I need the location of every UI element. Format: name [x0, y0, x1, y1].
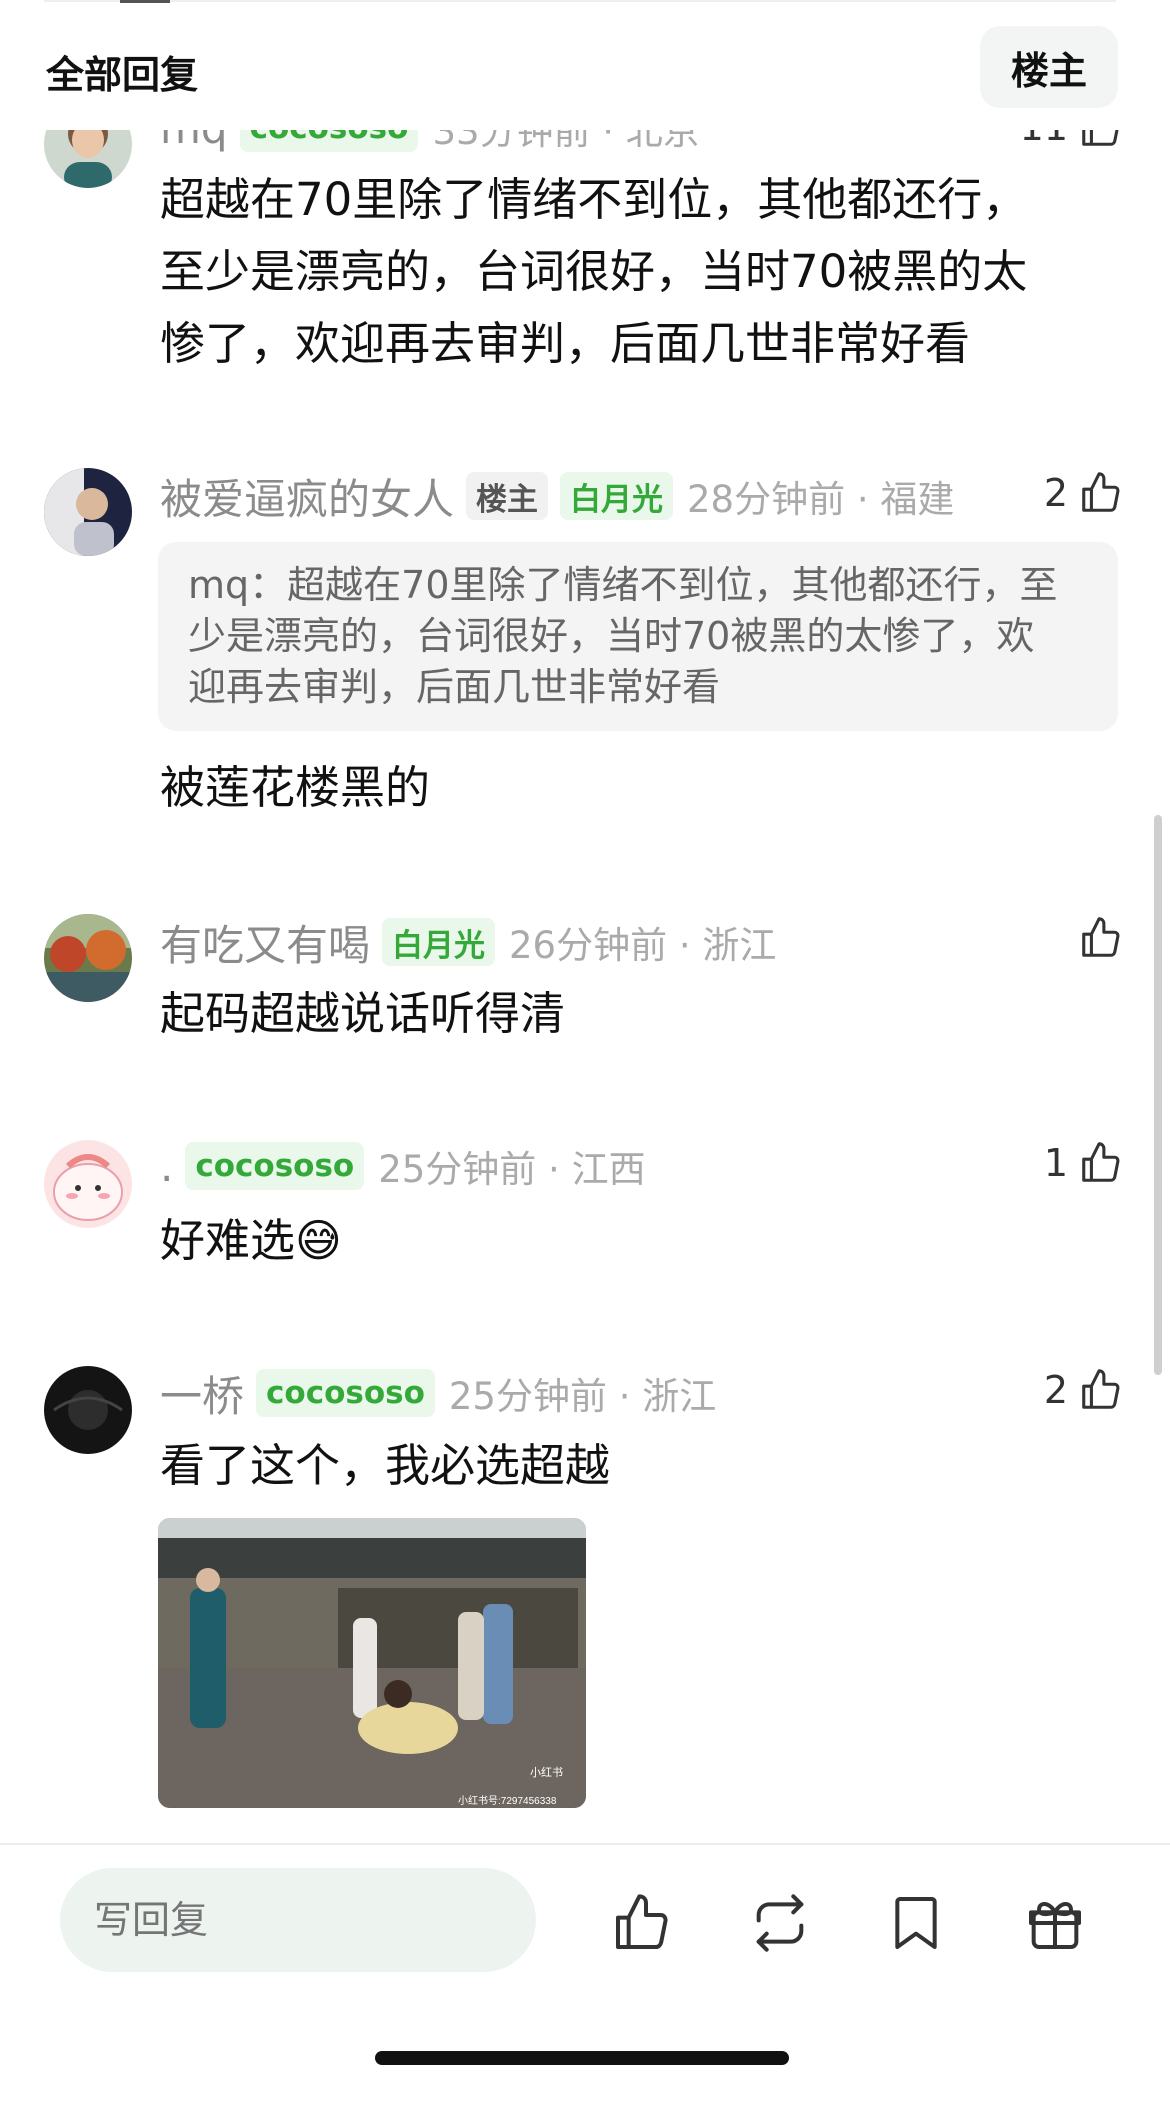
divider: [44, 0, 1116, 2]
like-icon: [1082, 1369, 1120, 1409]
comment-text: 被莲花楼黑的: [160, 761, 431, 814]
like-count: 2: [1043, 1368, 1068, 1412]
like-icon: [1082, 472, 1120, 512]
comment-text-body: 好难选: [160, 1214, 296, 1267]
username[interactable]: .: [160, 1142, 173, 1191]
quote-line: mq：超越在70里除了情绪不到位，其他都还行，至: [188, 563, 1058, 607]
bookmark-button[interactable]: [878, 1885, 954, 1961]
image-watermark: 小红书: [530, 1766, 563, 1779]
comment-text: 起码超越说话听得清: [160, 987, 566, 1040]
image-id-text: 小红书号:7297456338: [458, 1794, 557, 1807]
avatar[interactable]: [44, 1366, 132, 1454]
quoted-reply[interactable]: mq：超越在70里除了情绪不到位，其他都还行，至 少是漂亮的，台词很好，当时70…: [158, 542, 1118, 731]
sweat-smile-emoji: 😅: [295, 1214, 342, 1267]
gift-button[interactable]: [1017, 1885, 1093, 1961]
like-button[interactable]: 1: [1044, 1140, 1124, 1186]
username[interactable]: 一桥: [160, 1363, 244, 1424]
badge: 白月光: [560, 472, 674, 520]
repost-icon: [756, 1894, 804, 1952]
scrollbar[interactable]: [1154, 815, 1162, 1375]
bookmark-icon: [895, 1897, 937, 1949]
comment-meta: 有吃又有喝 白月光 26分钟前 · 浙江: [160, 914, 776, 970]
like-count: 2: [1043, 471, 1068, 515]
like-post-button[interactable]: [604, 1885, 680, 1961]
badge: cocososo: [256, 1369, 435, 1417]
like-button[interactable]: 2: [1044, 1367, 1124, 1413]
username[interactable]: 被爱逼疯的女人: [160, 466, 454, 527]
like-button[interactable]: 2: [1044, 470, 1124, 516]
comment-meta: 被爱逼疯的女人 楼主 白月光 28分钟前 · 福建: [160, 468, 954, 524]
timestamp: 28分钟前 · 福建: [687, 478, 955, 521]
repost-button[interactable]: [742, 1885, 818, 1961]
comment-text-line: 超越在70里除了情绪不到位，其他都还行，: [160, 173, 1028, 226]
like-icon: [1082, 1142, 1120, 1182]
home-indicator: [375, 2051, 789, 2065]
like-button[interactable]: [1068, 915, 1124, 961]
comment-text-line: 惨了，欢迎再去审判，后面几世非常好看: [160, 317, 971, 370]
comment-text: 好难选😅: [160, 1205, 342, 1277]
timestamp: 25分钟前 · 浙江: [448, 1375, 717, 1418]
comment-meta: 一桥 cocososo 25分钟前 · 浙江: [160, 1365, 716, 1421]
op-tag: 楼主: [466, 472, 549, 520]
bottom-bar: [0, 1843, 1170, 2109]
gift-icon: [1029, 1902, 1081, 1949]
badge: cocososo: [185, 1142, 365, 1190]
badge: 白月光: [382, 918, 496, 966]
like-icon: [616, 1894, 668, 1949]
avatar[interactable]: [44, 914, 132, 1002]
divider: [120, 0, 170, 3]
quote-line: 少是漂亮的，台词很好，当时70被黑的太惨了，欢: [188, 614, 1035, 658]
page-title: 全部回复: [46, 53, 199, 97]
comment-text-line: 至少是漂亮的，台词很好，当时70被黑的太: [160, 245, 1028, 298]
header: 全部回复 楼主: [0, 0, 1170, 130]
quote-line: 迎再去审判，后面几世非常好看: [188, 665, 721, 709]
comment-image[interactable]: 小红书 小红书号:7297456338: [158, 1518, 586, 1808]
timestamp: 25分钟前 · 江西: [378, 1148, 646, 1191]
comment-text: 看了这个，我必选超越: [160, 1439, 611, 1492]
username[interactable]: 有吃又有喝: [160, 912, 370, 973]
avatar[interactable]: [44, 468, 132, 556]
comment-text: 超越在70里除了情绪不到位，其他都还行， 至少是漂亮的，台词很好，当时70被黑的…: [160, 164, 1027, 380]
only-poster-button[interactable]: 楼主: [980, 26, 1118, 108]
reply-input[interactable]: [60, 1868, 536, 1972]
comment-meta: . cocososo 25分钟前 · 江西: [160, 1138, 646, 1194]
like-icon: [1082, 917, 1120, 957]
like-count: 1: [1043, 1141, 1068, 1185]
timestamp: 26分钟前 · 浙江: [509, 924, 777, 967]
avatar[interactable]: [44, 1140, 132, 1228]
